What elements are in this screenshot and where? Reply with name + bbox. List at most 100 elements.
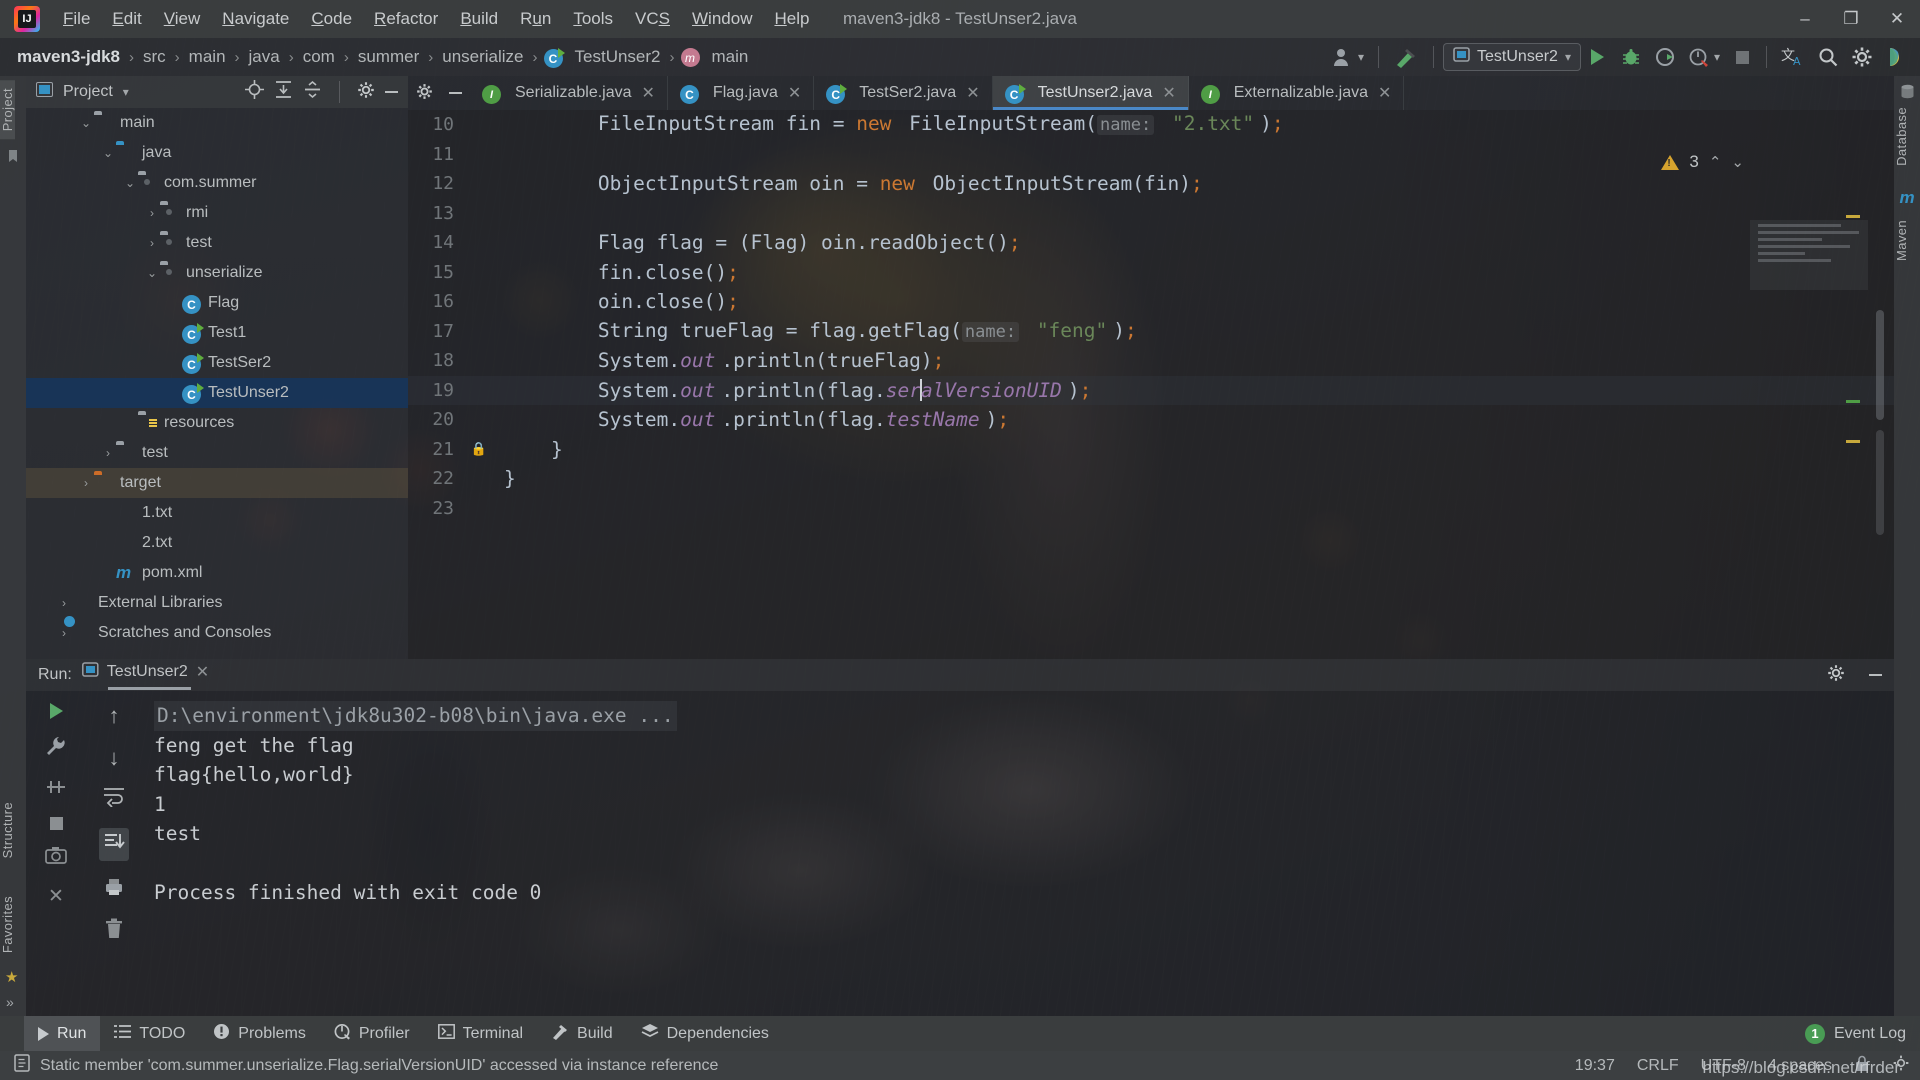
tree-item-com-summer[interactable]: ⌄ com.summer xyxy=(26,168,408,198)
menu-navigate[interactable]: Navigate xyxy=(211,5,300,33)
wrench-settings-icon[interactable] xyxy=(45,735,67,762)
run-tab-testunser2[interactable]: TestUnser2 ✕ xyxy=(81,661,209,690)
code-line-14[interactable]: 14 Flag flag = (Flag) oin.readObject(); xyxy=(408,228,1894,258)
debug-bug-icon[interactable] xyxy=(1615,42,1647,72)
hide-panel-icon[interactable] xyxy=(385,91,398,93)
collapse-all-icon[interactable] xyxy=(303,80,322,104)
run-configuration-selector[interactable]: TestUnser2 ▾ xyxy=(1443,43,1581,71)
code-line-15[interactable]: 15 fin.close(); xyxy=(408,258,1894,288)
close-icon[interactable]: ✕ xyxy=(1162,83,1175,103)
chevron-right-icon[interactable]: › xyxy=(100,446,116,460)
tree-item-1-txt[interactable]: 1.txt xyxy=(26,498,408,528)
menu-code[interactable]: Code xyxy=(300,5,363,33)
tree-item-external-libraries[interactable]: › External Libraries xyxy=(26,588,408,618)
editor-viewport[interactable]: 10 FileInputStream fin = new FileInputSt… xyxy=(408,110,1894,659)
sidebar-item-favorites[interactable]: Favorites xyxy=(0,888,15,961)
chevron-right-icon[interactable]: › xyxy=(56,626,72,640)
chevron-down-icon[interactable]: ⌄ xyxy=(78,116,94,130)
editor-tab-serializable[interactable]: I Serializable.java ✕ xyxy=(470,76,668,110)
menu-tools[interactable]: Tools xyxy=(562,5,624,33)
event-log-button[interactable]: 1 Event Log xyxy=(1804,1023,1906,1044)
tree-item-test[interactable]: › test xyxy=(26,438,408,468)
camera-snapshot-icon[interactable] xyxy=(45,846,67,869)
maximize-icon[interactable]: ❐ xyxy=(1828,0,1874,38)
rerun-play-icon[interactable] xyxy=(49,703,63,719)
status-message-area[interactable]: Static member 'com.summer.unserialize.Fl… xyxy=(0,1054,718,1077)
menu-run[interactable]: Run xyxy=(509,5,562,33)
stop-icon[interactable] xyxy=(49,817,63,830)
soft-wrap-icon[interactable] xyxy=(102,787,126,812)
menu-view[interactable]: View xyxy=(153,5,212,33)
editor-scrollbar-thumb[interactable] xyxy=(1876,310,1884,420)
tree-item-testser2[interactable]: C TestSer2 xyxy=(26,348,408,378)
breadcrumb-unserialize[interactable]: unserialize xyxy=(439,47,526,67)
bottom-tab-terminal[interactable]: Terminal xyxy=(424,1016,537,1051)
close-icon[interactable]: ✕ xyxy=(642,83,655,103)
trash-icon[interactable] xyxy=(104,918,124,945)
caret-position[interactable]: 19:37 xyxy=(1575,1057,1615,1075)
tree-item-testunser2[interactable]: C TestUnser2 xyxy=(26,378,408,408)
search-everywhere-icon[interactable] xyxy=(1812,42,1844,72)
inspection-prev-icon[interactable]: ⌃ xyxy=(1709,153,1722,171)
ide-updates-icon[interactable] xyxy=(1880,42,1912,72)
code-line-13[interactable]: 13 xyxy=(408,199,1894,229)
chevron-down-icon[interactable]: ⌄ xyxy=(100,146,116,160)
editor-tab-testser2[interactable]: C TestSer2.java ✕ xyxy=(814,76,993,110)
menu-build[interactable]: Build xyxy=(449,5,509,33)
code-line-19[interactable]: 19 System.out .println(flag.seralVersionU… xyxy=(408,375,1894,405)
chevron-right-icon[interactable]: › xyxy=(144,206,160,220)
translate-icon[interactable]: 文A xyxy=(1776,42,1810,72)
run-with-coverage-icon[interactable] xyxy=(1649,42,1681,72)
code-line-10[interactable]: 10 FileInputStream fin = new FileInputSt… xyxy=(408,110,1894,140)
tree-item-rmi[interactable]: › rmi xyxy=(26,198,408,228)
menu-refactor[interactable]: Refactor xyxy=(363,5,449,33)
chevron-down-icon[interactable]: ⌄ xyxy=(144,266,160,280)
code-line-12[interactable]: 12 ObjectInputStream oin = new ObjectInp… xyxy=(408,169,1894,199)
hide-panel-icon[interactable] xyxy=(449,92,462,94)
code-line-21[interactable]: 21 🔒 } xyxy=(408,435,1894,465)
tree-item-target[interactable]: › target xyxy=(26,468,408,498)
hide-panel-icon[interactable] xyxy=(1869,674,1882,676)
scroll-down-icon[interactable]: ↓ xyxy=(109,745,120,771)
editor-tab-testunser2[interactable]: C TestUnser2.java ✕ xyxy=(992,76,1189,110)
close-icon[interactable]: ✕ xyxy=(1378,83,1391,103)
stop-icon[interactable] xyxy=(1727,42,1757,72)
bottom-tab-run[interactable]: Run xyxy=(24,1016,101,1051)
scroll-to-end-icon[interactable] xyxy=(99,828,129,861)
tree-item-test[interactable]: › test xyxy=(26,228,408,258)
editor-scrollbar-track[interactable] xyxy=(1876,430,1884,535)
warning-marker[interactable] xyxy=(1846,440,1860,443)
line-separator[interactable]: CRLF xyxy=(1637,1057,1679,1075)
scroll-up-icon[interactable]: ↑ xyxy=(109,703,120,729)
settings-gear-icon[interactable] xyxy=(416,83,433,104)
editor-minimap[interactable] xyxy=(1750,220,1868,290)
print-icon[interactable] xyxy=(103,877,125,902)
bottom-tab-todo[interactable]: TODO xyxy=(100,1016,199,1051)
code-line-17[interactable]: 17 String trueFlag = flag.getFlag(name: … xyxy=(408,317,1894,347)
menu-window[interactable]: Window xyxy=(681,5,763,33)
expand-strip-icon[interactable]: » xyxy=(6,994,14,1010)
breadcrumb-java[interactable]: java xyxy=(246,47,283,67)
tree-item-java[interactable]: ⌄ java xyxy=(26,138,408,168)
close-run-icon[interactable]: ✕ xyxy=(48,885,64,908)
profiler-icon[interactable]: ▾ xyxy=(1683,42,1725,72)
tree-item-flag[interactable]: C Flag xyxy=(26,288,408,318)
chevron-down-icon[interactable]: ▾ xyxy=(1565,50,1571,64)
tree-item-2-txt[interactable]: 2.txt xyxy=(26,528,408,558)
breadcrumb-com[interactable]: com xyxy=(300,47,338,67)
fold-lock-icon[interactable]: 🔒 xyxy=(466,435,492,465)
tree-item-resources[interactable]: resources xyxy=(26,408,408,438)
expand-all-icon[interactable] xyxy=(274,80,293,104)
settings-gear-icon[interactable] xyxy=(1827,664,1845,687)
breadcrumb-main[interactable]: main xyxy=(186,47,229,67)
bottom-tab-build[interactable]: Build xyxy=(537,1016,627,1051)
hammer-build-icon[interactable] xyxy=(1388,42,1424,72)
settings-gear-icon[interactable] xyxy=(1846,42,1878,72)
run-play-icon[interactable] xyxy=(1583,42,1613,72)
bottom-tab-profiler[interactable]: Profiler xyxy=(320,1016,424,1051)
breadcrumb-method[interactable]: m main xyxy=(680,47,752,67)
close-icon[interactable]: ✕ xyxy=(1874,0,1920,38)
menu-file[interactable]: FFileile xyxy=(52,5,101,33)
tree-item-test1[interactable]: C Test1 xyxy=(26,318,408,348)
close-icon[interactable]: ✕ xyxy=(966,83,979,103)
